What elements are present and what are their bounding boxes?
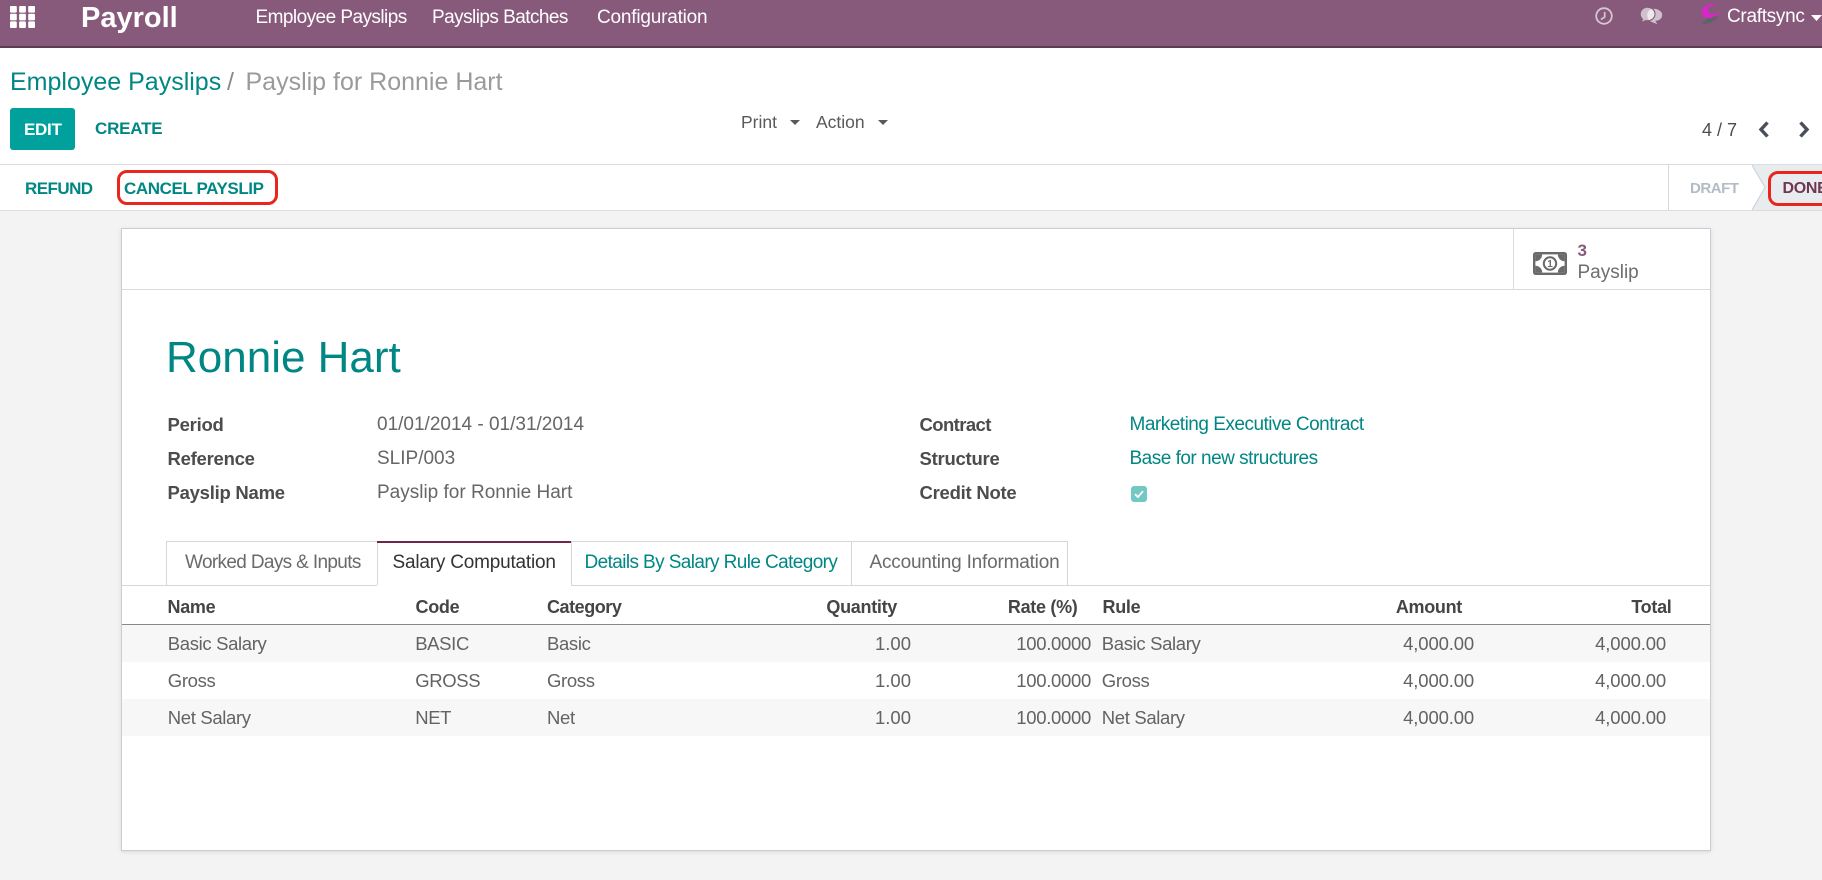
svg-text:1: 1 [1547, 259, 1553, 270]
